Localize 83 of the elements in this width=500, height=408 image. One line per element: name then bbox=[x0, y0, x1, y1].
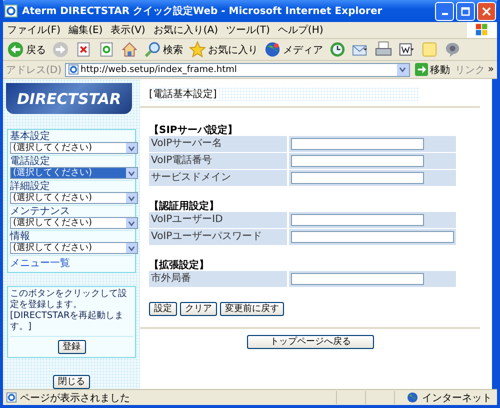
status-text: ページが表示されました bbox=[20, 392, 130, 404]
arrow-right-icon bbox=[52, 41, 69, 58]
home-button[interactable] bbox=[119, 40, 140, 60]
top-page-button[interactable]: トップページへ戻る bbox=[247, 335, 374, 349]
field-label: VoIPユーザーID bbox=[149, 212, 289, 228]
input-field[interactable] bbox=[291, 273, 424, 285]
page-icon bbox=[68, 64, 79, 75]
menu-label: 情報 bbox=[10, 231, 31, 242]
menu-item[interactable]: 編集(E) bbox=[68, 23, 103, 37]
close-icon bbox=[482, 6, 491, 16]
field-label: VoIPユーザーパスワード bbox=[149, 229, 289, 245]
input-field[interactable] bbox=[291, 172, 424, 184]
favorites-button[interactable]: お気に入り bbox=[187, 40, 260, 60]
section-title: 【SIPサーバ設定】 bbox=[149, 123, 238, 136]
menu-item[interactable]: お気に入り(A) bbox=[153, 23, 218, 37]
close-button[interactable] bbox=[477, 2, 496, 20]
menu-select[interactable]: (選択してください) bbox=[10, 192, 138, 204]
page-heading: [電話基本設定] bbox=[149, 89, 219, 100]
minimize-button[interactable] bbox=[435, 2, 454, 20]
back-button[interactable]: 戻る bbox=[5, 40, 48, 60]
menu-select[interactable]: (選択してください) bbox=[10, 167, 138, 179]
menu-label: メンテナンス bbox=[10, 206, 71, 217]
caret-icon bbox=[128, 244, 135, 252]
go-button[interactable]: 移動 bbox=[412, 62, 452, 76]
search-icon bbox=[144, 41, 161, 58]
close-page-button[interactable]: 閉じる bbox=[53, 375, 90, 389]
caret-icon bbox=[128, 170, 135, 176]
field-label: サービスドメイン bbox=[149, 170, 289, 186]
media-button[interactable]: メディア bbox=[262, 40, 325, 60]
caret-icon bbox=[128, 144, 135, 152]
menu-item[interactable]: 表示(V) bbox=[110, 23, 146, 37]
field-label: 市外局番 bbox=[149, 271, 289, 287]
arrow-left-icon bbox=[7, 41, 24, 58]
menu-select[interactable]: (選択してください) bbox=[10, 142, 138, 154]
field-label: VoIP電話番号 bbox=[149, 153, 289, 169]
menu-label: 詳細設定 bbox=[10, 181, 51, 192]
zone-text: インターネット bbox=[422, 392, 492, 404]
stop-icon bbox=[75, 41, 92, 58]
input-field[interactable] bbox=[291, 214, 424, 226]
address-label: アドレス(D) bbox=[6, 64, 62, 76]
menu-item[interactable]: ファイル(F) bbox=[7, 23, 61, 37]
globe-icon bbox=[264, 41, 281, 58]
window-title: Aterm DIRECTSTAR クイック設定Web - Microsoft Internet Explorer bbox=[22, 4, 384, 18]
input-field[interactable] bbox=[291, 138, 424, 150]
field-label: VoIPサーバー名 bbox=[149, 136, 289, 152]
windows-flag-icon bbox=[475, 23, 489, 37]
logo: DIRECTSTAR bbox=[6, 83, 132, 114]
house-icon bbox=[121, 41, 138, 58]
section-title: 【認証用設定】 bbox=[149, 199, 220, 212]
menu-item[interactable]: ツール(T) bbox=[226, 23, 270, 37]
section-title: 【拡張設定】 bbox=[149, 258, 210, 271]
page-icon bbox=[6, 392, 17, 403]
caret-icon bbox=[128, 194, 135, 202]
note-text: このボタンをクリックして設定を登録します。[DIRECTSTARを再起動します。] bbox=[10, 289, 128, 333]
form-button[interactable]: クリア bbox=[180, 302, 217, 316]
menu-label: 基本設定 bbox=[10, 131, 51, 142]
star-icon bbox=[189, 41, 206, 58]
address-field[interactable]: http://web.setup/index_frame.html bbox=[64, 62, 410, 76]
menu-list-link[interactable]: メニュー一覧 bbox=[10, 258, 70, 269]
document-icon bbox=[398, 41, 415, 58]
more-chevron[interactable]: » bbox=[488, 64, 494, 75]
menu-select[interactable]: (選択してください) bbox=[10, 242, 138, 254]
globe-icon bbox=[407, 392, 418, 403]
register-button[interactable]: 登録 bbox=[58, 340, 86, 354]
input-field[interactable] bbox=[291, 155, 424, 167]
form-button[interactable]: 変更前に戻す bbox=[220, 302, 284, 316]
search-button[interactable]: 検索 bbox=[142, 40, 185, 60]
caret-icon bbox=[128, 220, 135, 226]
menu-select[interactable]: (選択してください) bbox=[10, 217, 138, 229]
clock-icon bbox=[329, 41, 346, 58]
form-button[interactable]: 設定 bbox=[149, 302, 177, 316]
menu-item[interactable]: ヘルプ(H) bbox=[278, 23, 324, 37]
caret-icon bbox=[399, 66, 406, 73]
maximize-button[interactable] bbox=[456, 2, 475, 20]
note-icon bbox=[421, 41, 438, 58]
arrow-right-icon bbox=[414, 63, 428, 76]
minimize-icon bbox=[442, 13, 448, 15]
printer-icon bbox=[375, 41, 392, 58]
speech-bubble-icon bbox=[444, 41, 461, 58]
menu-label: 電話設定 bbox=[10, 156, 51, 167]
input-field[interactable] bbox=[291, 231, 454, 243]
browser-icon bbox=[4, 4, 18, 18]
maximize-icon bbox=[461, 6, 470, 16]
